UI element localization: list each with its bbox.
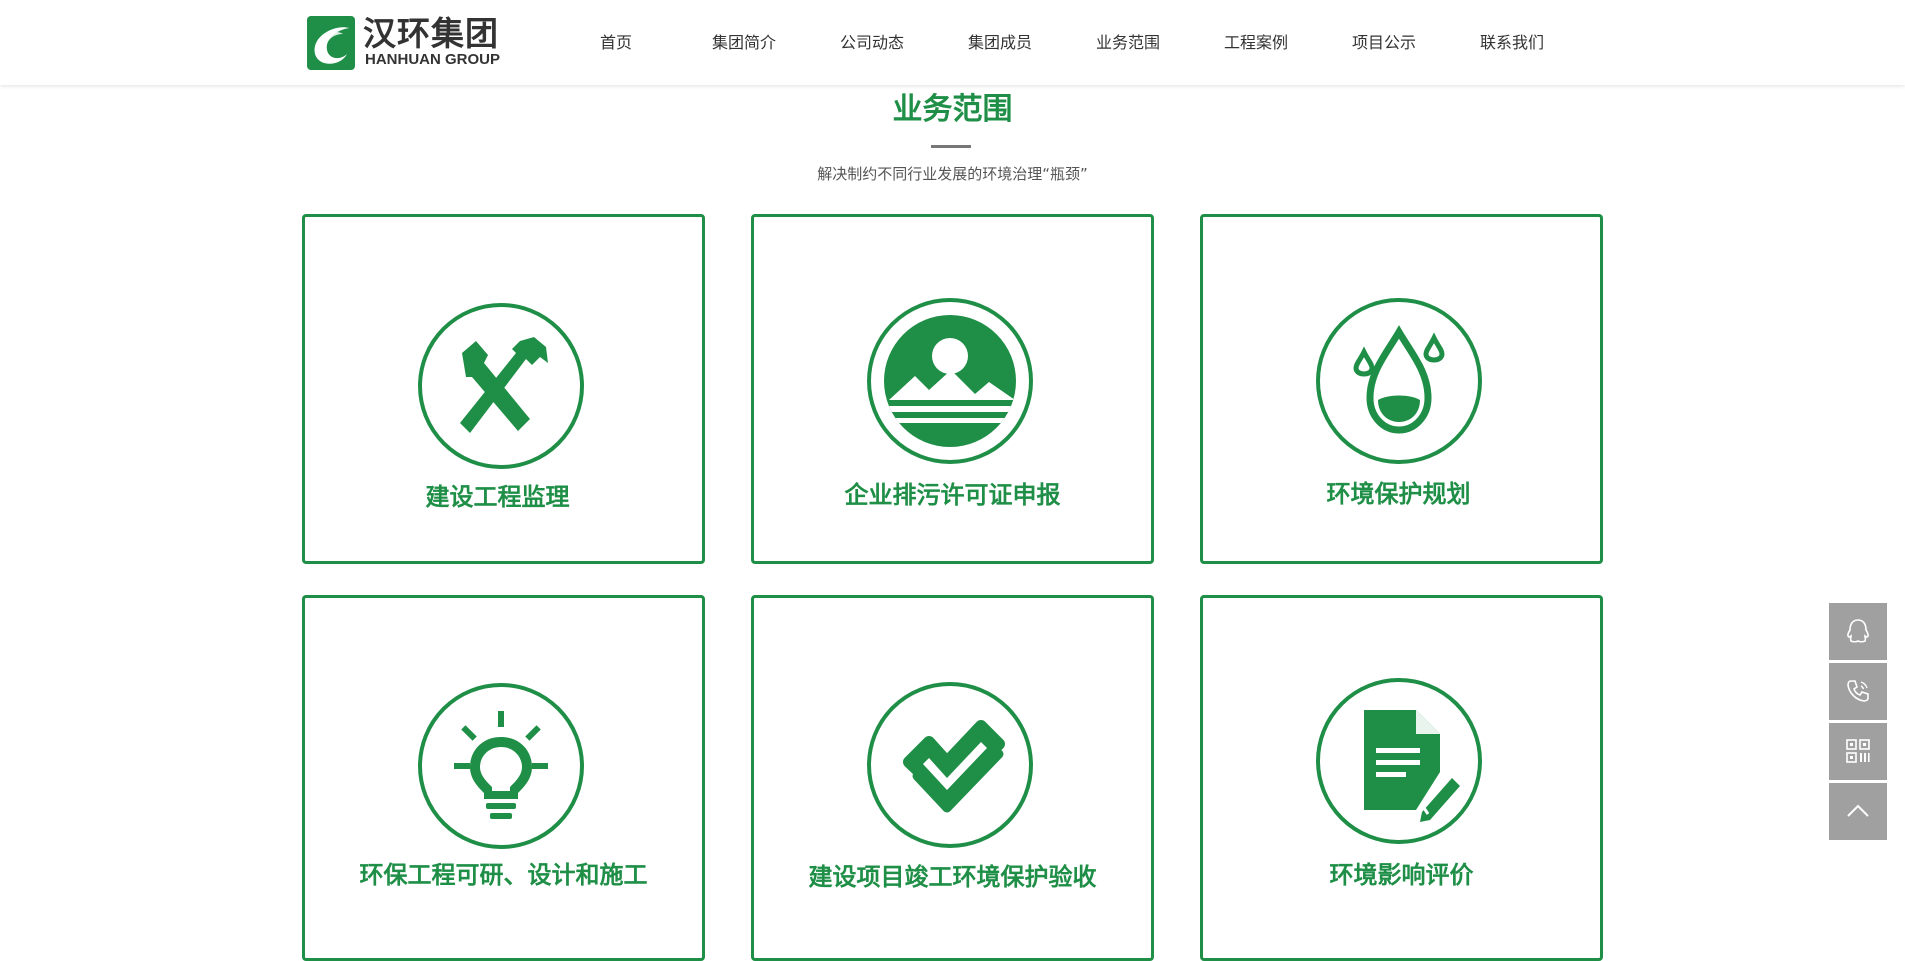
back-to-top-icon bbox=[1847, 804, 1869, 817]
card-label: 企业排污许可证申报 bbox=[844, 481, 1061, 509]
card-label: 建设工程监理 bbox=[425, 483, 570, 511]
tools-icon bbox=[460, 337, 548, 433]
card-discharge-permit[interactable]: 企业排污许可证申报 bbox=[751, 214, 1154, 564]
card-label: 环保工程可研、设计和施工 bbox=[359, 861, 648, 889]
card-eia[interactable]: 环境影响评价 bbox=[1200, 595, 1603, 961]
nav-contact[interactable]: 联系我们 bbox=[1448, 0, 1576, 85]
card-icon-circle bbox=[1316, 678, 1482, 844]
card-env-engineering[interactable]: 环保工程可研、设计和施工 bbox=[302, 595, 705, 961]
document-edit-icon bbox=[1364, 710, 1460, 822]
section-subtitle: 解决制约不同行业发展的环境治理“瓶颈” bbox=[817, 165, 1088, 183]
logo-mark-icon bbox=[307, 16, 355, 70]
water-drop-icon bbox=[1353, 325, 1445, 434]
logo-text-cn: 汉环集团 bbox=[363, 14, 499, 53]
qq-button[interactable] bbox=[1829, 603, 1887, 660]
card-env-planning[interactable]: 环境保护规划 bbox=[1200, 214, 1603, 564]
card-completion-acceptance[interactable]: 建设项目竣工环境保护验收 bbox=[751, 595, 1154, 961]
card-icon-circle bbox=[418, 303, 584, 469]
nav-business[interactable]: 业务范围 bbox=[1064, 0, 1192, 85]
logo[interactable]: 汉环集团 HANHUAN GROUP bbox=[305, 14, 515, 72]
lightbulb-icon bbox=[454, 711, 548, 819]
nav-cases[interactable]: 工程案例 bbox=[1192, 0, 1320, 85]
qrcode-button[interactable] bbox=[1829, 723, 1887, 780]
landscape-icon bbox=[884, 315, 1016, 447]
card-icon-circle bbox=[867, 682, 1033, 848]
logo-text-en: HANHUAN GROUP bbox=[365, 51, 500, 68]
nav-about[interactable]: 集团简介 bbox=[680, 0, 808, 85]
card-icon-circle bbox=[867, 298, 1033, 464]
card-icon-circle bbox=[418, 683, 584, 849]
main-nav: 首页 集团简介 公司动态 集团成员 业务范围 工程案例 项目公示 联系我们 bbox=[552, 0, 1576, 85]
card-label: 环境保护规划 bbox=[1326, 480, 1471, 508]
section-title: 业务范围 bbox=[892, 92, 1013, 127]
nav-home[interactable]: 首页 bbox=[552, 0, 680, 85]
card-label: 环境影响评价 bbox=[1329, 861, 1474, 889]
card-icon-circle bbox=[1316, 298, 1482, 464]
back-to-top-button[interactable] bbox=[1829, 783, 1887, 840]
phone-button[interactable] bbox=[1829, 663, 1887, 720]
qrcode-icon bbox=[1846, 739, 1870, 763]
phone-icon bbox=[1847, 680, 1869, 702]
site-header: 汉环集团 HANHUAN GROUP 首页 集团简介 公司动态 集团成员 业务范… bbox=[0, 0, 1905, 85]
nav-news[interactable]: 公司动态 bbox=[808, 0, 936, 85]
card-construction-supervision[interactable]: 建设工程监理 bbox=[302, 214, 705, 564]
floating-toolbar bbox=[1829, 603, 1887, 843]
title-divider bbox=[931, 145, 971, 148]
check-icon bbox=[903, 720, 1005, 813]
nav-notices[interactable]: 项目公示 bbox=[1320, 0, 1448, 85]
qq-icon bbox=[1847, 619, 1869, 643]
nav-members[interactable]: 集团成员 bbox=[936, 0, 1064, 85]
card-label: 建设项目竣工环境保护验收 bbox=[808, 863, 1097, 891]
